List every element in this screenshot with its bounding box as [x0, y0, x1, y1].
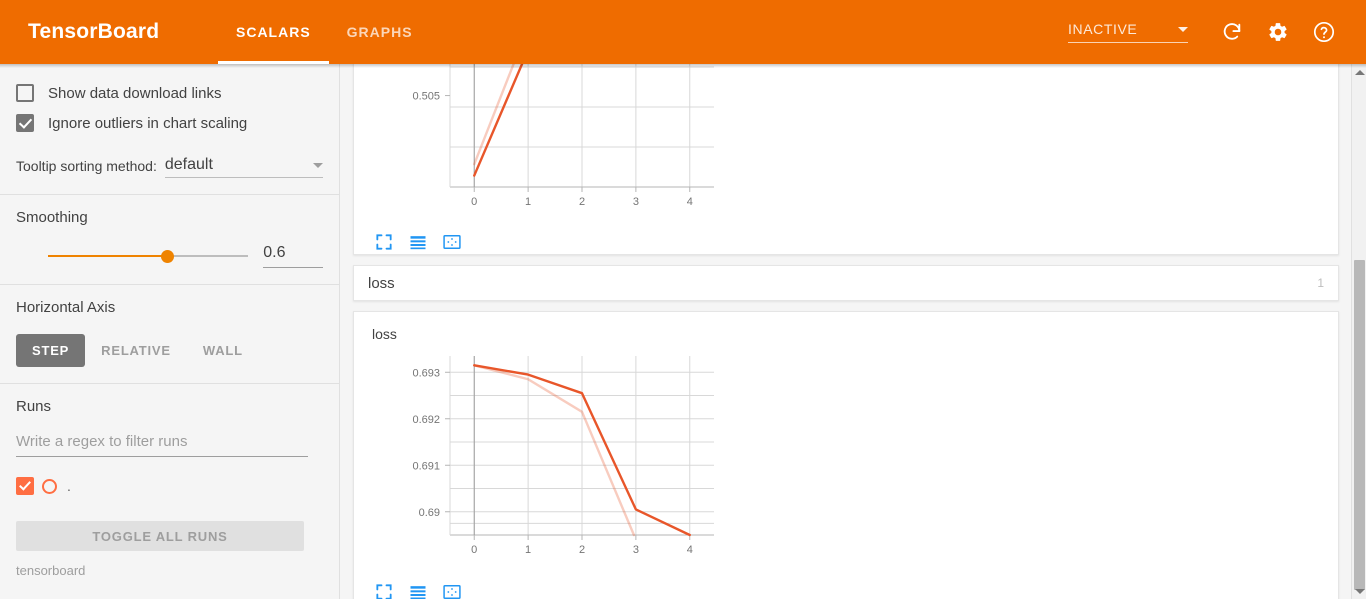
fit-domain-icon[interactable] [442, 232, 462, 252]
run-item-label: . [67, 478, 71, 494]
runs-label: Runs [16, 398, 52, 415]
tab-scalars-label: SCALARS [236, 24, 311, 40]
svg-text:4: 4 [687, 544, 693, 556]
slider-thumb[interactable] [161, 250, 174, 263]
cards-container: acc 0.50501234 [341, 64, 1351, 599]
smoothing-slider[interactable] [48, 248, 248, 264]
toggle-all-runs-button[interactable]: TOGGLE ALL RUNS [16, 521, 304, 551]
help-button[interactable] [1304, 12, 1344, 52]
svg-text:0.505: 0.505 [412, 91, 440, 103]
horizontal-axis-label: Horizontal Axis [16, 299, 116, 316]
axis-option-step[interactable]: STEP [16, 334, 86, 367]
run-color-circle-icon [42, 478, 57, 494]
chart-body-loss: loss 0.693 0.692 0.691 0.69 0 1 2 3 4 [354, 312, 1338, 576]
section-count-loss: 1 [1317, 276, 1324, 290]
fit-domain-icon[interactable] [442, 582, 462, 599]
top-app-bar: TensorBoard SCALARS GRAPHS INACTIVE [0, 0, 1366, 64]
chevron-up-icon [1354, 69, 1365, 75]
chart-title-loss: loss [372, 326, 397, 342]
svg-text:2: 2 [579, 544, 585, 556]
svg-text:0.693: 0.693 [412, 367, 440, 379]
smoothing-section: Smoothing 0.6 [0, 194, 339, 284]
svg-text:3: 3 [633, 196, 639, 208]
svg-text:0.691: 0.691 [412, 460, 440, 472]
show-download-links-row[interactable]: Show data download links [16, 78, 323, 108]
line-chart-loss[interactable]: 0.693 0.692 0.691 0.69 0 1 2 3 4 [372, 348, 722, 563]
horizontal-axis-section: Horizontal Axis STEP RELATIVE WALL [0, 284, 339, 383]
run-checkbox-checked-icon[interactable] [16, 477, 34, 495]
scroll-down-button[interactable] [1352, 583, 1366, 599]
help-icon [1312, 20, 1336, 44]
display-options-section: Show data download links Ignore outliers… [0, 64, 339, 194]
svg-text:0.692: 0.692 [412, 414, 440, 426]
svg-text:0.69: 0.69 [419, 507, 440, 519]
chart-body-acc: acc 0.50501234 [354, 64, 1338, 226]
tab-graphs[interactable]: GRAPHS [329, 0, 431, 64]
tooltip-sorting-row: Tooltip sorting method: default [16, 156, 323, 178]
scroll-viewport: acc 0.50501234 [341, 64, 1351, 599]
data-table-icon[interactable] [408, 232, 428, 252]
tooltip-sorting-value: default [164, 156, 213, 173]
smoothing-row: 0.6 [16, 244, 323, 268]
svg-text:2: 2 [579, 196, 585, 208]
ignore-outliers-label: Ignore outliers in chart scaling [48, 114, 248, 132]
line-chart-acc[interactable]: 0.505 0 1 2 3 4 [372, 64, 722, 213]
app-title: TensorBoard [28, 20, 160, 43]
show-download-links-label: Show data download links [48, 84, 222, 102]
runs-section: Runs Write a regex to filter runs . TOGG… [0, 383, 339, 594]
settings-button[interactable] [1258, 12, 1298, 52]
tab-scalars[interactable]: SCALARS [218, 0, 329, 64]
tab-graphs-label: GRAPHS [346, 24, 413, 40]
chevron-down-icon [313, 162, 323, 168]
section-header-loss[interactable]: loss 1 [353, 265, 1339, 301]
scrollbar-thumb[interactable] [1354, 260, 1365, 590]
chevron-down-icon [1354, 588, 1365, 594]
scroll-up-button[interactable] [1352, 64, 1366, 80]
tooltip-sorting-label: Tooltip sorting method: [16, 158, 157, 174]
smoothing-value-input[interactable]: 0.6 [263, 244, 323, 268]
svg-text:1: 1 [525, 544, 531, 556]
reload-status-select[interactable]: INACTIVE [1068, 21, 1188, 43]
runs-filter-input[interactable]: Write a regex to filter runs [16, 433, 308, 457]
chart-actions-acc [354, 226, 1338, 254]
tensorboard-app: TensorBoard SCALARS GRAPHS INACTIVE Show… [0, 0, 1366, 599]
horizontal-axis-options: STEP RELATIVE WALL [16, 334, 323, 367]
section-name-loss: loss [368, 274, 395, 292]
chevron-down-icon [1178, 26, 1188, 32]
svg-text:0: 0 [471, 196, 477, 208]
nav-tabs: SCALARS GRAPHS [218, 0, 431, 64]
svg-text:4: 4 [687, 196, 693, 208]
ignore-outliers-row[interactable]: Ignore outliers in chart scaling [16, 108, 323, 138]
expand-icon[interactable] [374, 582, 394, 599]
chart-card-loss: loss 0.693 0.692 0.691 0.69 0 1 2 3 4 [353, 311, 1339, 599]
reload-status-label: INACTIVE [1068, 21, 1138, 37]
expand-icon[interactable] [374, 232, 394, 252]
tooltip-sorting-select[interactable]: default [164, 156, 323, 178]
svg-text:1: 1 [525, 196, 531, 208]
data-table-icon[interactable] [408, 582, 428, 599]
scalars-main-panel: acc 0.50501234 [341, 64, 1366, 599]
run-item[interactable]: . [16, 475, 323, 497]
checkbox-unchecked-icon [16, 84, 34, 102]
settings-sidebar: Show data download links Ignore outliers… [0, 64, 340, 599]
top-bar-actions: INACTIVE [1068, 12, 1366, 52]
svg-text:3: 3 [633, 544, 639, 556]
smoothing-label: Smoothing [16, 209, 88, 226]
refresh-button[interactable] [1212, 12, 1252, 52]
axis-option-wall[interactable]: WALL [187, 334, 259, 367]
svg-text:0: 0 [471, 544, 477, 556]
axis-option-relative[interactable]: RELATIVE [85, 334, 187, 367]
chart-card-acc: acc 0.50501234 [353, 64, 1339, 255]
slider-fill [48, 255, 167, 257]
chart-actions-loss [354, 576, 1338, 599]
checkbox-checked-icon [16, 114, 34, 132]
runs-footer-label: tensorboard [16, 563, 86, 578]
refresh-icon [1221, 21, 1243, 43]
vertical-scrollbar[interactable] [1351, 64, 1366, 599]
gear-icon [1267, 21, 1289, 43]
